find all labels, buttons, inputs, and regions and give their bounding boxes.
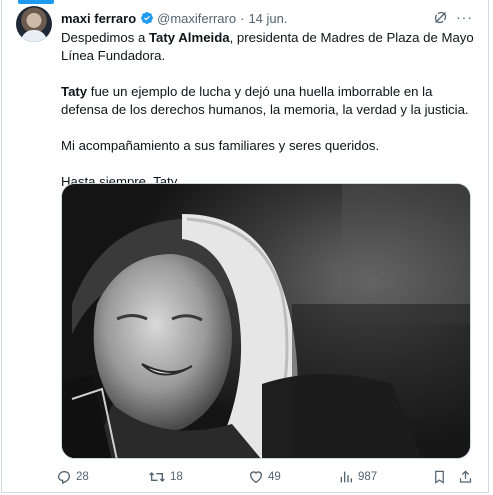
p1-bold: Taty Almeida: [148, 30, 230, 45]
p2-text: fue un ejemplo de lucha y dejó una huell…: [61, 84, 469, 117]
views-button[interactable]: 987: [338, 466, 377, 488]
bookmark-button[interactable]: [432, 466, 447, 488]
reply-button[interactable]: 28: [56, 466, 89, 488]
p2-bold: Taty: [61, 84, 88, 99]
repost-icon: [148, 469, 166, 485]
avatar[interactable]: [16, 6, 52, 42]
repost-count: 18: [170, 471, 183, 483]
reply-count: 28: [76, 471, 89, 483]
like-count: 49: [268, 471, 281, 483]
p1-text: Despedimos a: [61, 30, 149, 45]
thread-accent: [18, 0, 54, 4]
reply-icon: [56, 469, 72, 485]
post-date[interactable]: 14 jun.: [248, 11, 287, 26]
author-name[interactable]: maxi ferraro: [61, 11, 136, 26]
grok-icon[interactable]: [433, 10, 448, 30]
verified-badge-icon: [140, 11, 154, 25]
action-bar: 28 18 49 987: [56, 466, 476, 488]
avatar-shirt: [21, 30, 47, 42]
bookmark-icon: [432, 469, 447, 485]
views-count: 987: [358, 471, 378, 483]
paragraph-3: Mi acompañamiento a sus familiares y ser…: [61, 138, 380, 153]
share-icon: [458, 469, 473, 485]
repost-button[interactable]: 18: [148, 466, 183, 488]
separator-dot: ·: [240, 10, 245, 26]
heart-icon: [248, 469, 264, 485]
more-icon[interactable]: ···: [456, 9, 473, 25]
tweet-photo[interactable]: [61, 183, 471, 459]
paragraph-2: Taty fue un ejemplo de lucha y dejó una …: [61, 83, 476, 119]
views-icon: [338, 469, 354, 485]
share-button[interactable]: [458, 466, 473, 488]
author-handle[interactable]: @maxiferraro: [157, 11, 236, 26]
paragraph-1: Despedimos a Taty Almeida, presidenta de…: [61, 29, 476, 65]
like-button[interactable]: 49: [248, 466, 281, 488]
tweet-header: maxi ferraro @maxiferraro · 14 jun.: [61, 9, 287, 27]
tweet-text: Despedimos a Taty Almeida, presidenta de…: [61, 29, 476, 191]
